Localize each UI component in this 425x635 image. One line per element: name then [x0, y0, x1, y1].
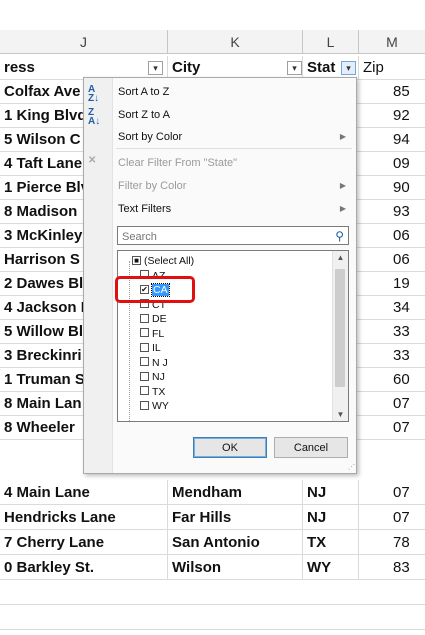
search-icon: ⚲: [335, 229, 344, 243]
scrollbar-thumb[interactable]: [335, 269, 345, 387]
filter-value-label: WY: [152, 400, 169, 412]
empty-row[interactable]: [0, 605, 425, 630]
filter-search-input[interactable]: [118, 229, 326, 245]
filter-value-item[interactable]: N J: [140, 356, 168, 370]
filter-value-item[interactable]: FL: [140, 327, 164, 341]
menu-item-text-filters[interactable]: Text Filters: [118, 203, 171, 215]
cell-zip[interactable]: 34: [359, 296, 425, 320]
cell-address[interactable]: 0 Barkley St.: [0, 555, 168, 580]
menu-item-sort-az[interactable]: Sort A to Z: [118, 86, 169, 98]
menu-item-filter-color[interactable]: Filter by Color: [118, 180, 186, 192]
scroll-down-icon[interactable]: ▼: [333, 410, 348, 419]
scroll-up-icon[interactable]: ▲: [333, 253, 348, 262]
filter-value-item[interactable]: NJ: [140, 370, 165, 384]
clear-filter-icon: ✕: [88, 155, 97, 166]
submenu-arrow-icon: ▶: [339, 132, 346, 141]
annotation-highlight-box: [115, 276, 195, 303]
cell-zip[interactable]: 33: [359, 320, 425, 344]
checkbox-icon[interactable]: [140, 357, 149, 367]
cell-zip[interactable]: 83: [359, 555, 425, 580]
cell-zip[interactable]: 07: [359, 480, 425, 505]
cell-zip[interactable]: 06: [359, 248, 425, 272]
cell-zip[interactable]: 09: [359, 152, 425, 176]
cell-zip[interactable]: 93: [359, 200, 425, 224]
checkbox-icon[interactable]: [140, 386, 149, 396]
cell-state[interactable]: TX: [303, 530, 359, 555]
checkbox-icon[interactable]: [140, 371, 149, 381]
ok-button[interactable]: OK: [193, 437, 267, 458]
cell-zip[interactable]: 19: [359, 272, 425, 296]
header-zip: Zip: [363, 59, 384, 76]
column-header-j[interactable]: J: [0, 30, 168, 54]
menu-divider: [116, 148, 352, 149]
empty-row[interactable]: [0, 580, 425, 605]
filter-value-label: TX: [152, 385, 166, 398]
submenu-arrow-icon: ▶: [339, 204, 346, 213]
cell-state[interactable]: NJ: [303, 480, 359, 505]
table-row[interactable]: 7 Cherry Lane San Antonio TX 78: [0, 530, 425, 555]
sort-az-icon: A Z↓: [88, 84, 100, 104]
cell-zip[interactable]: 78: [359, 530, 425, 555]
filter-value-label: FL: [152, 327, 165, 340]
filter-value-label: IL: [152, 342, 161, 354]
menu-item-sort-color[interactable]: Sort by Color: [118, 131, 182, 143]
filter-value-item[interactable]: WY: [140, 399, 169, 413]
column-header-m[interactable]: M: [359, 30, 425, 54]
cell-zip[interactable]: 94: [359, 128, 425, 152]
menu-item-clear-filter[interactable]: Clear Filter From "State": [118, 157, 237, 169]
column-header-k[interactable]: K: [168, 30, 303, 54]
filter-value-label: N J: [152, 356, 168, 369]
cell-city[interactable]: Mendham: [168, 480, 303, 505]
checkbox-icon[interactable]: [140, 328, 149, 338]
cell-zip[interactable]: 07: [359, 416, 425, 440]
ribbon-edge: [0, 0, 425, 31]
cell-city[interactable]: San Antonio: [168, 530, 303, 555]
filter-value-item[interactable]: IL: [140, 341, 161, 355]
cell-zip[interactable]: 07: [359, 392, 425, 416]
cell-zip[interactable]: 85: [359, 80, 425, 104]
filter-value-item[interactable]: TX: [140, 385, 165, 399]
cell-address[interactable]: 7 Cherry Lane: [0, 530, 168, 555]
checkbox-icon[interactable]: [140, 313, 149, 323]
filter-value-item[interactable]: ■ (Select All): [132, 254, 194, 268]
cancel-button[interactable]: Cancel: [274, 437, 348, 458]
checkbox-icon[interactable]: [140, 342, 149, 352]
cell-address[interactable]: Hendricks Lane: [0, 505, 168, 530]
column-header-l[interactable]: L: [303, 30, 359, 54]
filter-value-item[interactable]: DE: [140, 312, 167, 326]
filter-value-label: DE: [152, 313, 167, 325]
checkbox-icon[interactable]: [140, 400, 149, 410]
cell-zip[interactable]: 06: [359, 224, 425, 248]
cell-zip[interactable]: 90: [359, 176, 425, 200]
cell-zip[interactable]: 60: [359, 368, 425, 392]
cell-city[interactable]: Far Hills: [168, 505, 303, 530]
filter-value-label: (Select All): [144, 255, 195, 267]
filter-value-label: NJ: [152, 371, 165, 383]
filter-search-box[interactable]: ⚲: [117, 226, 349, 245]
cell-address[interactable]: 4 Main Lane: [0, 480, 168, 505]
resize-grip-icon[interactable]: ⋰: [348, 463, 355, 471]
filter-city-button[interactable]: ▾: [287, 61, 302, 75]
filter-address-button[interactable]: ▾: [148, 61, 163, 75]
table-row[interactable]: 0 Barkley St. Wilson WY 83: [0, 555, 425, 580]
cell-zip[interactable]: 92: [359, 104, 425, 128]
cell-zip[interactable]: 07: [359, 505, 425, 530]
checkbox-icon[interactable]: ■: [132, 255, 141, 265]
list-scrollbar[interactable]: ▲ ▼: [332, 251, 348, 421]
cell-state[interactable]: WY: [303, 555, 359, 580]
menu-item-sort-za[interactable]: Sort Z to A: [118, 109, 170, 121]
filter-state-button[interactable]: ▾: [341, 61, 356, 75]
sort-za-icon: Z A↓: [88, 107, 101, 127]
cell-state[interactable]: NJ: [303, 505, 359, 530]
cell-city[interactable]: Wilson: [168, 555, 303, 580]
table-row[interactable]: Hendricks Lane Far Hills NJ 07: [0, 505, 425, 530]
cell-zip[interactable]: 33: [359, 344, 425, 368]
menu-icon-gutter: [84, 78, 113, 473]
submenu-arrow-icon: ▶: [339, 181, 346, 190]
table-row[interactable]: 4 Main Lane Mendham NJ 07: [0, 480, 425, 505]
